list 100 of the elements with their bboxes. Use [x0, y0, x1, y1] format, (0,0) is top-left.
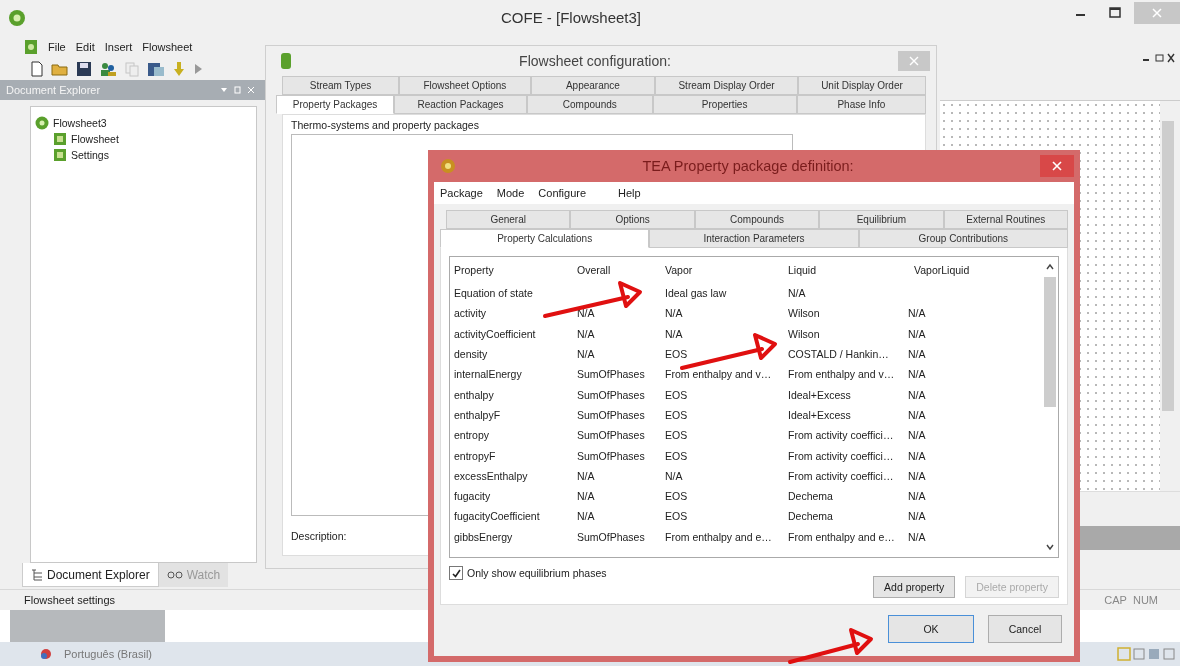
checkbox[interactable] [449, 566, 463, 580]
tab[interactable]: Property Packages [276, 95, 395, 114]
column-header[interactable]: Vapor [665, 264, 788, 276]
dialog-title: TEA Property package definition: [641, 158, 855, 174]
table-cell-text: N/A [908, 429, 927, 442]
status-text: Flowsheet settings [24, 594, 116, 607]
table-cell-text: Equation of state [454, 287, 534, 300]
table-cell-text: Dechema [788, 510, 834, 523]
table-cell-text: From enthalpy and e… [665, 530, 773, 543]
tab[interactable]: Appearance [530, 76, 656, 95]
menu-item[interactable]: Configure [538, 187, 587, 199]
tab[interactable]: Compounds [694, 210, 820, 229]
table-cell-text: Ideal+Excess [788, 388, 852, 401]
table-cell-text: N/A [577, 510, 596, 523]
table-cell-text: N/A [908, 368, 927, 381]
tab[interactable]: General [446, 210, 571, 229]
menu-item[interactable]: Flowsheet [142, 40, 193, 53]
save-icon[interactable] [76, 60, 92, 77]
tree-item[interactable]: Settings [71, 148, 109, 161]
scroll-up-icon[interactable] [1045, 263, 1055, 271]
tab[interactable]: Interaction Parameters [649, 229, 859, 248]
tab[interactable]: Options [570, 210, 695, 229]
new-file-icon[interactable] [30, 60, 44, 77]
table-cell-text: Ideal+Excess [788, 408, 852, 421]
table-cell-text: N/A [577, 348, 596, 361]
column-header[interactable]: Overall [577, 264, 665, 276]
table-cell-text: entropy [454, 429, 491, 442]
paste-icon[interactable] [147, 60, 165, 77]
table-cell-text: EOS [665, 510, 689, 523]
table-cell-text: From enthalpy and v… [788, 368, 896, 381]
tab[interactable]: Compounds [527, 95, 653, 114]
tab[interactable]: Equilibrium [819, 210, 944, 229]
language-icon[interactable] [38, 647, 54, 662]
window-controls-icon[interactable] [1142, 51, 1176, 64]
dropdown-icon[interactable] [219, 84, 257, 95]
cancel-button[interactable]: Cancel [988, 615, 1062, 643]
checkbox-label: Only show equilibrium phases [467, 567, 607, 579]
table-cell-text: fugacity [454, 490, 492, 503]
table-cell-text: SumOfPhases [577, 530, 646, 543]
menu-item[interactable]: Package [440, 187, 483, 199]
column-header[interactable]: VaporLiquid [908, 264, 994, 276]
column-header[interactable]: Liquid [788, 264, 908, 276]
table-cell-text: EOS [665, 449, 689, 462]
ok-button[interactable]: OK [888, 615, 974, 643]
table-cell-text: Ideal gas law [665, 287, 728, 300]
menu-item[interactable]: Edit [75, 40, 95, 53]
window-title: COFE - [Flowsheet3] [499, 9, 642, 27]
table-cell-text: N/A [908, 327, 927, 340]
table-cell-text: SumOfPhases [577, 388, 646, 401]
dialog-title: Flowsheet configuration: [518, 53, 672, 69]
menu-item[interactable]: Mode [496, 187, 525, 199]
table-cell-text: EOS [665, 429, 689, 442]
glasses-icon [166, 570, 183, 581]
table-cell-text: fugacityCoefficient [454, 510, 541, 523]
table-cell-text: activityCoefficient [454, 327, 537, 340]
users-icon[interactable] [99, 60, 117, 77]
tree-item[interactable]: Flowsheet3 [53, 116, 107, 129]
app-logo-icon [280, 52, 292, 70]
tab[interactable]: Phase Info [796, 95, 926, 114]
tab[interactable]: Stream Display Order [655, 76, 798, 95]
menu-item[interactable]: Insert [104, 40, 133, 53]
menu-item[interactable]: File [48, 40, 66, 53]
scroll-down-icon[interactable] [1045, 543, 1055, 551]
close-icon[interactable] [1040, 155, 1074, 177]
table-cell-text: excessEnthalpy [454, 469, 529, 482]
table-cell-text: COSTALD / Hankin… [788, 348, 890, 361]
menu-item[interactable]: Help [618, 187, 641, 199]
table-cell-text: N/A [908, 348, 927, 361]
status-indicator: CAP [1104, 594, 1127, 607]
tab[interactable]: Property Calculations [440, 229, 650, 248]
table-cell-text: SumOfPhases [577, 449, 646, 462]
tab[interactable]: Unit Display Order [797, 76, 926, 95]
table-cell-text: Wilson [788, 307, 821, 320]
tab[interactable]: Flowsheet Options [398, 76, 531, 95]
flowsheet-icon [35, 115, 49, 130]
table-cell-text: EOS [665, 408, 689, 421]
table-cell-text: enthalpy [454, 388, 495, 401]
column-header[interactable]: Property [454, 264, 577, 276]
panel-tab[interactable]: Document Explorer [22, 563, 159, 588]
table-cell-text: N/A [908, 490, 927, 503]
table-cell-text: N/A [908, 449, 927, 462]
table-cell-text: N/A [908, 469, 927, 482]
action-button[interactable]: Add property [873, 576, 956, 598]
tab[interactable]: Group Contributions [858, 229, 1068, 248]
tab[interactable]: External Routines [943, 210, 1069, 229]
table-cell-text: EOS [665, 490, 689, 503]
tab[interactable]: Reaction Packages [394, 95, 528, 114]
tree-item[interactable]: Flowsheet [71, 132, 119, 145]
table-cell-text: From activity coeffici… [788, 469, 895, 482]
table-cell-text: N/A [908, 510, 927, 523]
table-cell-text: EOS [665, 388, 689, 401]
tab[interactable]: Properties [652, 95, 797, 114]
table-cell-text: N/A [577, 307, 596, 320]
language-indicator[interactable]: Português (Brasil) [64, 648, 153, 661]
tab[interactable]: Stream Types [282, 76, 399, 95]
table-cell-text: N/A [908, 530, 927, 543]
table-cell-text: From activity coeffici… [788, 449, 895, 462]
table-cell-text: N/A [788, 287, 807, 300]
table-cell-text: From enthalpy and v… [665, 368, 773, 381]
tree-node-icon [53, 131, 67, 146]
